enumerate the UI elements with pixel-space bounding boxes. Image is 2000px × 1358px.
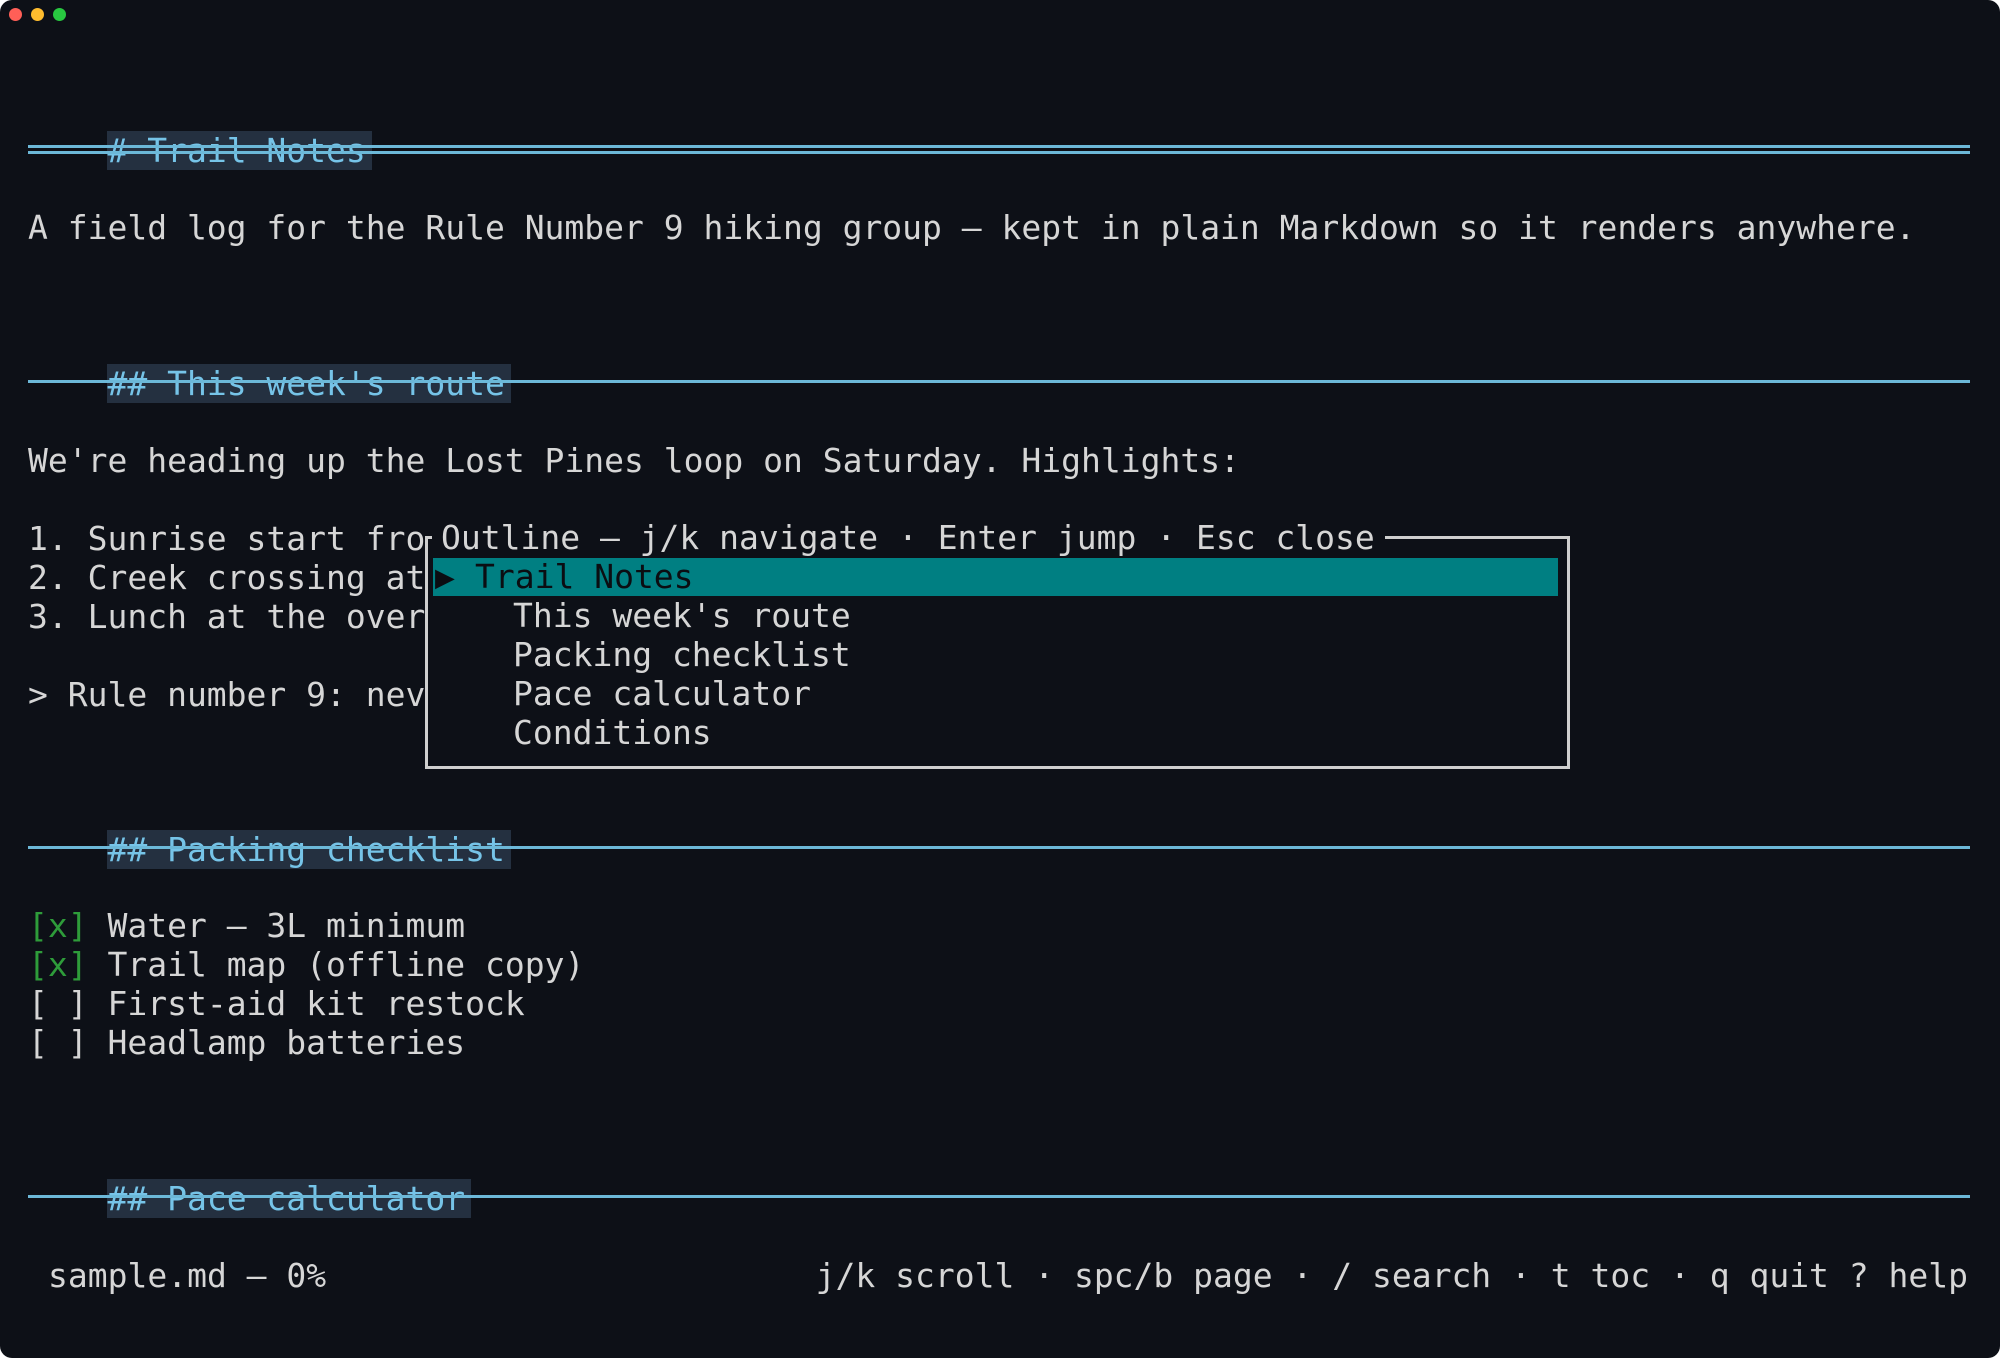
h2-packing-rule	[28, 846, 1970, 849]
checklist-item-text: Trail map (offline copy)	[107, 945, 585, 984]
outline-modal-title: Outline — j/k navigate · Enter jump · Es…	[432, 518, 1385, 557]
checklist-item: [x] Trail map (offline copy)	[28, 945, 584, 984]
minimize-window-button[interactable]	[31, 8, 44, 21]
h2-pace-text: ## Pace calculator	[107, 1179, 472, 1218]
h1-rule-top	[28, 145, 1970, 148]
route-list-item: 2. Creek crossing at	[28, 558, 426, 597]
terminal-window: # Trail Notes A field log for the Rule N…	[0, 0, 2000, 1358]
window-controls	[9, 8, 66, 21]
route-paragraph: We're heading up the Lost Pines loop on …	[28, 441, 1240, 480]
h2-packing-heading: ## Packing checklist	[28, 791, 511, 908]
zoom-window-button[interactable]	[53, 8, 66, 21]
outline-item-conditions[interactable]: Conditions	[513, 713, 712, 752]
h2-pace-rule	[28, 1195, 1970, 1198]
checklist-item: [x] Water — 3L minimum	[28, 906, 465, 945]
h2-packing-text: ## Packing checklist	[107, 830, 511, 869]
checkbox-checked: [x]	[28, 945, 88, 984]
outline-item-pace[interactable]: Pace calculator	[513, 674, 811, 713]
checklist-item: [ ] First-aid kit restock	[28, 984, 525, 1023]
h1-rule-bottom	[28, 151, 1970, 154]
close-window-button[interactable]	[9, 8, 22, 21]
h2-pace-heading: ## Pace calculator	[28, 1140, 472, 1257]
h2-route-text: ## This week's route	[107, 364, 511, 403]
checklist-item-text: Headlamp batteries	[107, 1023, 466, 1062]
checkbox-unchecked: [ ]	[28, 984, 88, 1023]
outline-item-route[interactable]: This week's route	[513, 596, 851, 635]
checklist-item: [ ] Headlamp batteries	[28, 1023, 465, 1062]
selection-arrow-icon: ▶	[435, 557, 455, 596]
checkbox-unchecked: [ ]	[28, 1023, 88, 1062]
h2-route-heading: ## This week's route	[28, 325, 511, 442]
status-key-hints: j/k scroll · spc/b page · / search · t t…	[815, 1256, 1968, 1295]
outline-item-packing[interactable]: Packing checklist	[513, 635, 851, 674]
outline-item-label: Trail Notes	[475, 557, 694, 596]
checklist-item-text: First-aid kit restock	[107, 984, 525, 1023]
status-file: sample.md — 0%	[48, 1256, 327, 1295]
route-list-item: 1. Sunrise start fro	[28, 519, 426, 558]
route-list-item: 3. Lunch at the over	[28, 597, 426, 636]
blockquote: > Rule number 9: nev	[28, 675, 426, 714]
h2-route-rule	[28, 380, 1970, 383]
outline-item-selected[interactable]: ▶ Trail Notes	[433, 557, 1558, 596]
checkbox-checked: [x]	[28, 906, 88, 945]
checklist-item-text: Water — 3L minimum	[107, 906, 466, 945]
intro-paragraph: A field log for the Rule Number 9 hiking…	[28, 208, 1916, 247]
